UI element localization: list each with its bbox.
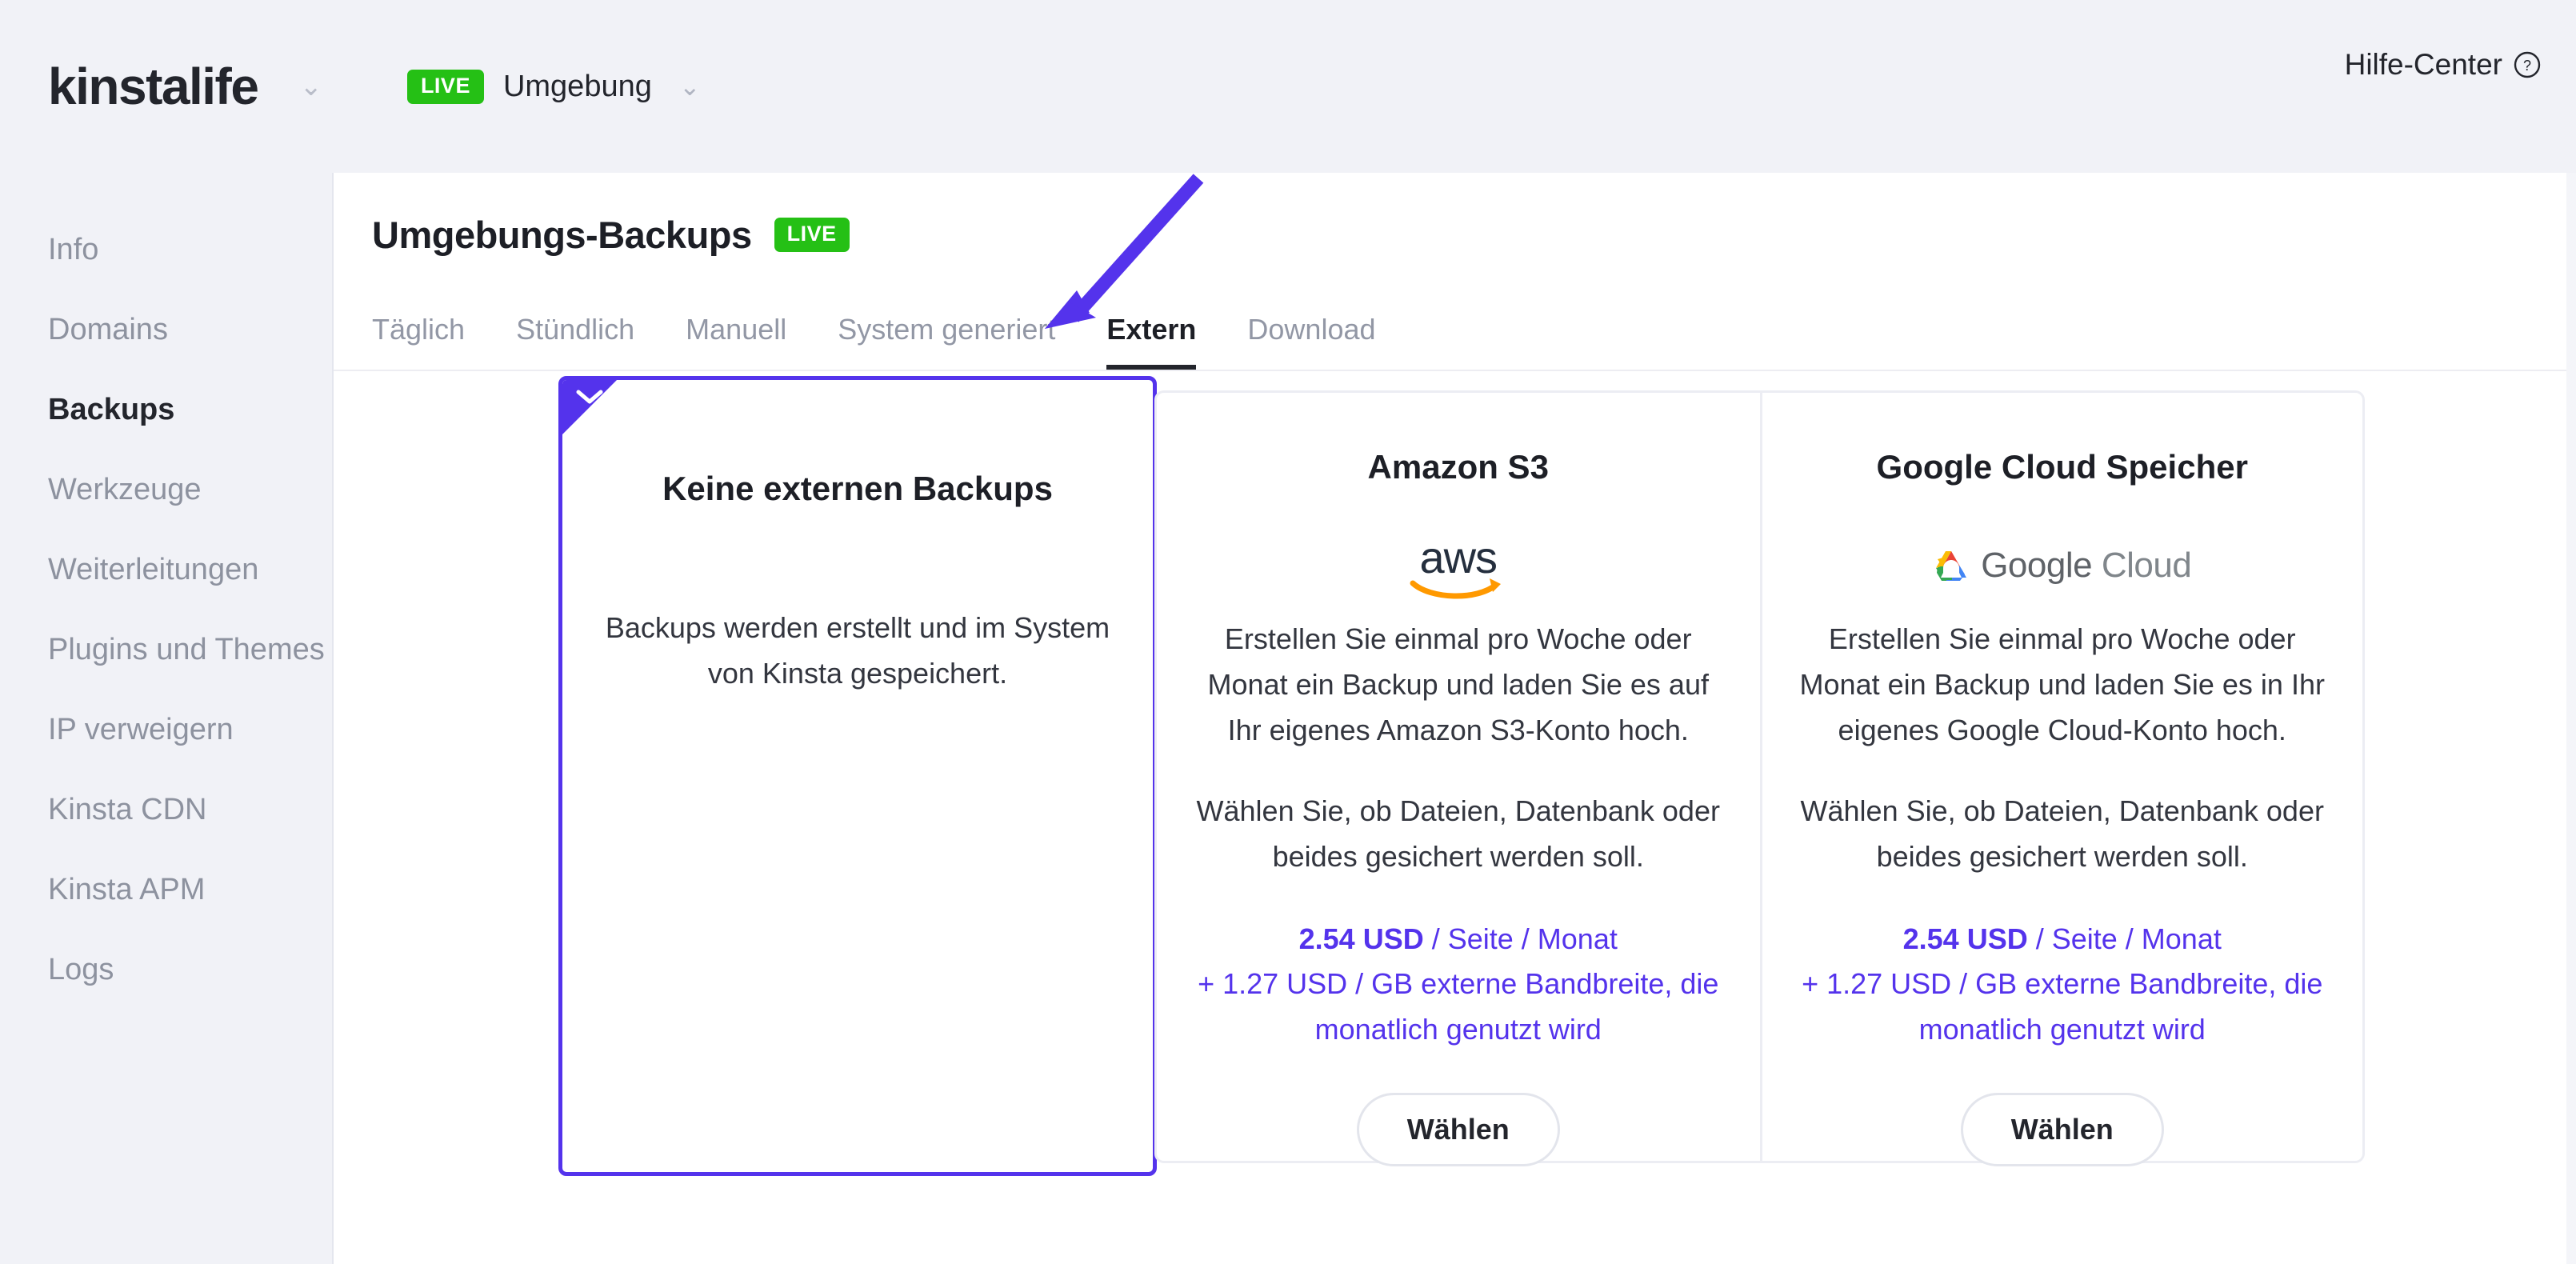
price-bandwidth-note: + 1.27 USD / GB externe Bandbreite, die … <box>1802 967 2322 1046</box>
env-selector-label: Umgebung <box>503 70 652 104</box>
sidebar-item-info[interactable]: Info <box>0 210 332 290</box>
price-unit: / Seite / Monat <box>1424 922 1618 955</box>
pricing-block: 2.54 USD / Seite / Monat + 1.27 USD / GB… <box>1799 917 2326 1054</box>
sidebar-item-werkzeuge[interactable]: Werkzeuge <box>0 450 332 530</box>
card-title: Google Cloud Speicher <box>1799 449 2326 486</box>
chevron-down-icon[interactable]: ⌄ <box>679 71 701 102</box>
backup-tabs: Täglich Stündlich Manuell System generie… <box>334 302 2566 371</box>
card-action-wrap: Wählen <box>1194 1093 1723 1166</box>
primary-sidebar: Info Domains Backups Werkzeuge Weiterlei… <box>0 173 334 1264</box>
price-amount: 2.54 USD <box>1903 922 2028 955</box>
sidebar-item-ip-verweigern[interactable]: IP verweigern <box>0 690 332 770</box>
aws-swoosh-icon <box>1410 577 1507 601</box>
page-title: Umgebungs-Backups <box>372 213 752 257</box>
check-icon <box>576 387 603 405</box>
card-google-cloud-speicher[interactable]: Google Cloud Speicher <box>1760 393 2363 1161</box>
card-title: Keine externen Backups <box>562 470 1153 508</box>
help-center-label: Hilfe-Center <box>2345 48 2502 82</box>
card-description: Backups werden erstellt und im System vo… <box>594 606 1121 697</box>
card-paragraph-1: Erstellen Sie einmal pro Woche oder Mona… <box>1194 617 1723 754</box>
select-amazon-s3-button[interactable]: Wählen <box>1357 1093 1560 1166</box>
page-header: Umgebungs-Backups LIVE <box>334 173 2566 257</box>
google-cloud-wordmark: Google Cloud <box>1981 548 2191 583</box>
chevron-down-icon[interactable]: ⌄ <box>299 73 322 100</box>
brand-block: kinstalife ⌄ <box>0 61 322 112</box>
sidebar-item-backups[interactable]: Backups <box>0 370 332 450</box>
external-provider-group: Amazon S3 aws Erstellen Sie einmal pro W… <box>1154 390 2365 1163</box>
card-amazon-s3[interactable]: Amazon S3 aws Erstellen Sie einmal pro W… <box>1157 393 1760 1161</box>
card-paragraph-2: Wählen Sie, ob Dateien, Datenbank oder b… <box>1194 789 1723 880</box>
price-unit: / Seite / Monat <box>2028 922 2222 955</box>
env-live-badge: LIVE <box>407 70 484 104</box>
svg-text:?: ? <box>2523 58 2531 74</box>
tab-taeglich[interactable]: Täglich <box>372 315 465 370</box>
card-paragraph-1: Erstellen Sie einmal pro Woche oder Mona… <box>1799 617 2326 754</box>
price-amount: 2.54 USD <box>1299 922 1424 955</box>
environment-selector[interactable]: LIVE Umgebung ⌄ <box>407 70 701 104</box>
question-circle-icon: ? <box>2514 51 2541 78</box>
card-keine-externen-backups[interactable]: Keine externen Backups Backups werden er… <box>558 376 1157 1176</box>
price-bandwidth-note: + 1.27 USD / GB externe Bandbreite, die … <box>1198 967 1718 1046</box>
tab-download[interactable]: Download <box>1247 315 1375 370</box>
google-cloud-logo-icon: Google Cloud <box>1799 522 2326 609</box>
aws-wordmark: aws <box>1410 535 1507 580</box>
card-paragraph-2: Wählen Sie, ob Dateien, Datenbank oder b… <box>1799 789 2326 880</box>
tab-stuendlich[interactable]: Stündlich <box>516 315 634 370</box>
sidebar-item-weiterleitungen[interactable]: Weiterleitungen <box>0 530 332 610</box>
page-live-badge: LIVE <box>774 218 850 252</box>
card-action-wrap: Wählen <box>1799 1093 2326 1166</box>
card-title: Amazon S3 <box>1194 449 1723 486</box>
aws-logo-icon: aws <box>1194 522 1723 609</box>
help-center-link[interactable]: Hilfe-Center ? <box>2345 48 2541 82</box>
top-header-bar: kinstalife ⌄ LIVE Umgebung ⌄ Hilfe-Cente… <box>0 0 2576 173</box>
tab-system-generiert[interactable]: System generiert <box>838 315 1055 370</box>
tab-extern[interactable]: Extern <box>1106 315 1196 370</box>
sidebar-item-logs[interactable]: Logs <box>0 930 332 1010</box>
pricing-block: 2.54 USD / Seite / Monat + 1.27 USD / GB… <box>1194 917 1723 1054</box>
tab-manuell[interactable]: Manuell <box>686 315 786 370</box>
sidebar-item-domains[interactable]: Domains <box>0 290 332 370</box>
sidebar-item-kinsta-cdn[interactable]: Kinsta CDN <box>0 770 332 850</box>
main-content-panel: Umgebungs-Backups LIVE Täglich Stündlich… <box>334 173 2566 1264</box>
sidebar-item-plugins-und-themes[interactable]: Plugins und Themes <box>0 610 332 690</box>
site-brand-logo[interactable]: kinstalife <box>48 61 258 112</box>
sidebar-item-kinsta-apm[interactable]: Kinsta APM <box>0 850 332 930</box>
vertical-scrollbar[interactable] <box>2566 173 2576 1264</box>
select-google-cloud-button[interactable]: Wählen <box>1961 1093 2164 1166</box>
google-cloud-mark-icon <box>1933 549 1970 582</box>
